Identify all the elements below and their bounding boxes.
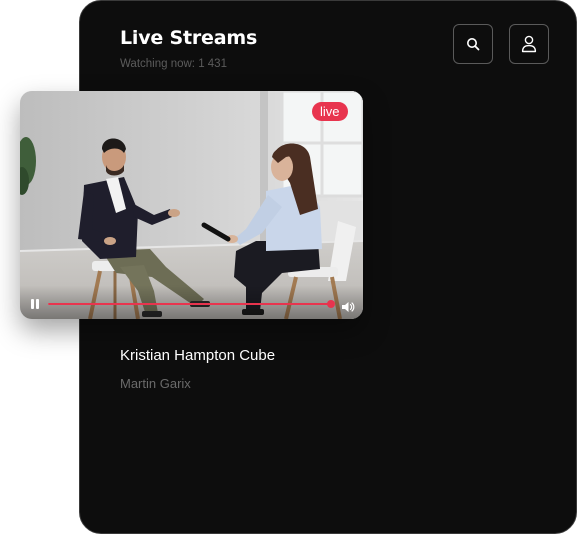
video-player[interactable]: live — [20, 91, 363, 319]
watching-count: Watching now: 1 431 — [120, 58, 227, 70]
volume-button[interactable] — [341, 298, 355, 312]
search-icon — [467, 38, 480, 51]
stage: Live Streams Watching now: 1 431 Kristia… — [0, 0, 580, 537]
pause-button[interactable] — [30, 299, 40, 309]
user-icon — [521, 35, 537, 53]
progress-fill — [48, 303, 331, 305]
progress-thumb[interactable] — [326, 300, 335, 308]
stream-title[interactable]: Kristian Hampton Cube — [120, 347, 275, 364]
live-badge: live — [312, 102, 348, 121]
search-button[interactable] — [453, 24, 493, 64]
video-controls — [20, 285, 363, 319]
page-title: Live Streams — [120, 27, 258, 49]
volume-icon — [342, 302, 355, 312]
profile-button[interactable] — [509, 24, 549, 64]
progress-bar[interactable] — [48, 300, 335, 308]
stream-artist[interactable]: Martin Garix — [120, 376, 191, 391]
